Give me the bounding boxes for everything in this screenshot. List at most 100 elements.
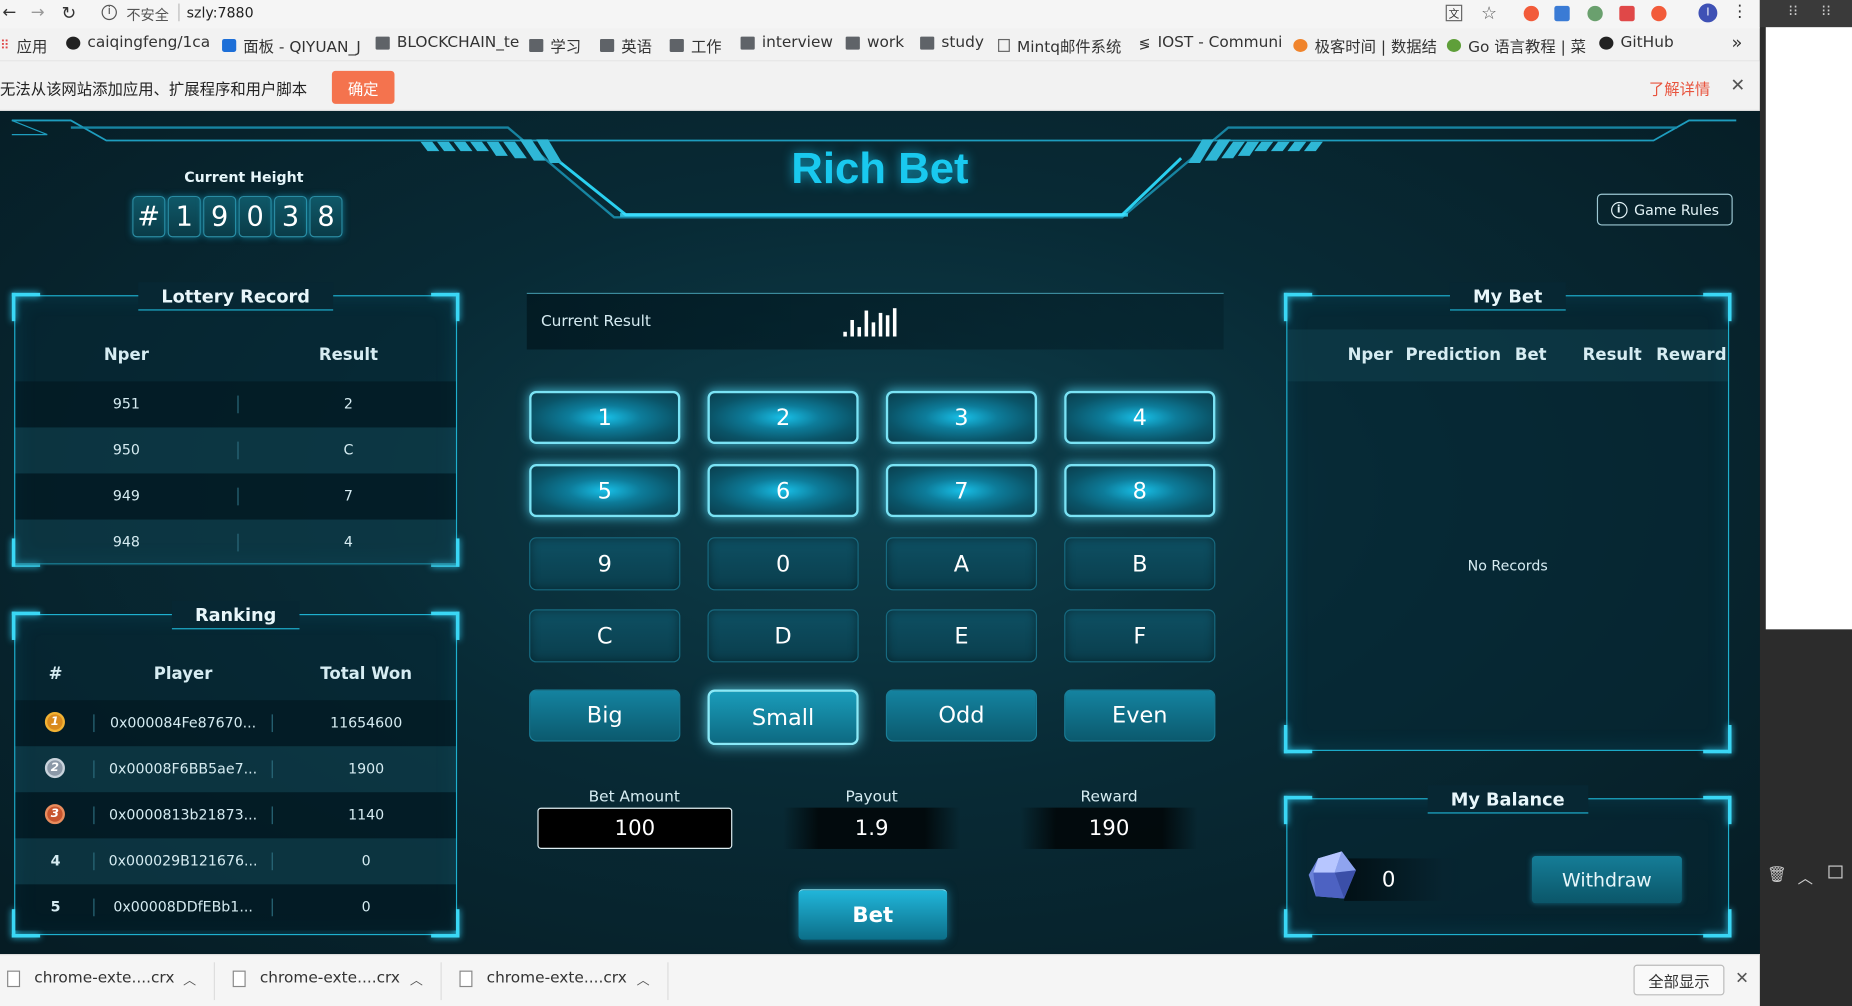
bookmark-label: IOST - Communi — [1157, 34, 1283, 52]
bookmark-item[interactable]: caiqingfeng/1ca — [66, 34, 210, 52]
bookmark-folder[interactable]: interview — [740, 34, 833, 52]
infobar-ok-button[interactable]: 确定 — [331, 70, 395, 104]
extension-icon[interactable] — [1587, 5, 1603, 22]
column-header: Result — [1582, 345, 1642, 365]
chevron-up-icon[interactable]: ︿ — [637, 971, 650, 990]
chevron-up-icon[interactable]: ︿ — [1798, 865, 1813, 888]
translate-icon[interactable]: 文 — [1445, 4, 1463, 22]
bet-number-button[interactable]: C — [529, 609, 681, 663]
bookmark-item[interactable]: Go 语言教程 | 菜 — [1446, 34, 1586, 57]
bookmark-item[interactable]: GitHub — [1599, 34, 1674, 52]
grid-icon[interactable]: ⁝⁝ — [1788, 2, 1798, 20]
bookmark-folder[interactable]: 工作 — [669, 34, 722, 57]
bet-number-button[interactable]: D — [707, 609, 859, 663]
runoob-icon — [1446, 38, 1462, 52]
bet-number-button[interactable]: 4 — [1064, 390, 1216, 444]
menu-icon[interactable]: ⋮ — [1732, 2, 1749, 21]
info-icon[interactable]: i — [101, 4, 117, 21]
more-bookmarks-icon[interactable]: » — [1732, 32, 1743, 53]
game-rules-button[interactable]: i Game Rules — [1596, 193, 1733, 226]
bet-number-button[interactable]: B — [1064, 537, 1216, 591]
bet-number-button[interactable]: 5 — [529, 464, 681, 518]
bet-number-button[interactable]: 1 — [529, 390, 681, 444]
back-icon[interactable]: ← — [2, 4, 16, 23]
folder-icon — [375, 36, 390, 50]
github-icon — [66, 36, 81, 50]
star-icon[interactable]: ☆ — [1481, 2, 1497, 23]
bookmark-item[interactable]: Mintq邮件系统 — [998, 34, 1121, 57]
ranking-rank: 5 — [50, 898, 61, 916]
bookmark-apps[interactable]: ⠿ 应用 — [0, 34, 48, 57]
download-filename: chrome-exte....crx — [486, 969, 627, 988]
chevron-up-icon[interactable]: ︿ — [183, 971, 196, 990]
infobar-learn-more-link[interactable]: 了解详情 — [1649, 77, 1710, 99]
height-digit: 3 — [274, 196, 308, 238]
bet-even-button[interactable]: Even — [1064, 689, 1216, 742]
folder-icon — [845, 36, 860, 50]
show-all-downloads-button[interactable]: 全部显示 — [1633, 964, 1725, 996]
reload-icon[interactable]: ↻ — [61, 2, 76, 23]
height-digit: 0 — [238, 196, 272, 238]
address-bar: ← → ↻ i 不安全 szly:7880 文 ☆ I ⋮ — [0, 0, 1760, 29]
extension-icon[interactable] — [1554, 5, 1570, 22]
trash-icon[interactable]: 🗑 — [1767, 867, 1787, 885]
bet-button[interactable]: Bet — [798, 889, 948, 940]
bookmark-folder[interactable]: BLOCKCHAIN_te — [375, 34, 520, 52]
download-item[interactable]: chrome-exte....crx — [232, 969, 400, 987]
column-header: Player — [153, 664, 213, 684]
bookmark-item[interactable]: 极客时间 | 数据结 — [1293, 34, 1437, 57]
window-icon[interactable] — [1828, 865, 1843, 879]
close-downloads-icon[interactable]: ✕ — [1735, 969, 1749, 988]
table-row: 950 C — [15, 427, 456, 474]
bet-number-button[interactable]: F — [1064, 609, 1216, 663]
extension-icon[interactable] — [1651, 5, 1667, 22]
folder-icon — [669, 38, 684, 52]
table-row: 951 2 — [15, 381, 456, 428]
ranking-rank: 4 — [50, 852, 61, 870]
bookmark-folder[interactable]: 学习 — [529, 34, 581, 57]
extension-icon[interactable] — [1619, 5, 1635, 22]
my-bet-title: My Bet — [1449, 282, 1566, 311]
ranking-player: 0x00008DDfEBb1... — [113, 898, 253, 916]
bet-number-button[interactable]: 8 — [1064, 464, 1216, 518]
lottery-result: 2 — [343, 395, 353, 413]
url-text[interactable]: szly:7880 — [187, 5, 254, 22]
forward-icon[interactable]: → — [31, 4, 45, 23]
bookmark-item[interactable]: ≶ IOST - Communi — [1139, 34, 1283, 52]
bet-number-button[interactable]: E — [885, 609, 1038, 663]
bet-number-button[interactable]: 0 — [707, 537, 859, 591]
bet-number-button[interactable]: 6 — [707, 464, 859, 518]
bookmark-label: GitHub — [1620, 34, 1674, 52]
bookmark-label: BLOCKCHAIN_te — [396, 34, 520, 52]
download-item[interactable]: chrome-exte....crx — [459, 969, 627, 988]
bookmark-item[interactable]: 面板 - QIYUAN_J — [222, 34, 361, 57]
my-balance-title: My Balance — [1427, 785, 1589, 814]
infobar-close-icon[interactable]: ✕ — [1730, 74, 1745, 95]
download-item[interactable]: chrome-exte....crx — [7, 969, 174, 987]
grid-icon[interactable]: ⁝⁝ — [1821, 2, 1831, 20]
bet-amount-input[interactable]: 100 — [537, 807, 733, 849]
bet-number-button[interactable]: 7 — [885, 464, 1038, 518]
column-header: # — [48, 664, 63, 684]
rich-bet-app: Rich Bet Current Height # 1 9 0 3 8 i Ga… — [0, 110, 1760, 955]
chevron-up-icon[interactable]: ︿ — [410, 971, 423, 990]
bookmark-folder[interactable]: 英语 — [600, 34, 652, 57]
withdraw-button[interactable]: Withdraw — [1531, 856, 1682, 904]
bet-small-button[interactable]: Small — [707, 689, 859, 746]
bet-number-button[interactable]: 2 — [707, 390, 859, 444]
bookmark-label: 应用 — [16, 38, 48, 57]
profile-avatar[interactable]: I — [1698, 3, 1718, 23]
bookmark-folder[interactable]: work — [845, 34, 904, 52]
height-digit: 9 — [203, 196, 237, 238]
ranking-panel: Ranking # Player Total Won 1 0x000084Fe8… — [11, 601, 460, 938]
bet-number-button[interactable]: A — [885, 537, 1038, 591]
bet-odd-button[interactable]: Odd — [885, 689, 1038, 742]
bet-big-button[interactable]: Big — [529, 689, 681, 742]
diamond-icon — [1308, 851, 1356, 899]
side-topbar — [1759, 0, 1852, 28]
file-icon — [232, 969, 246, 987]
extension-icon[interactable] — [1523, 5, 1539, 22]
bet-number-button[interactable]: 9 — [529, 537, 681, 591]
bet-number-button[interactable]: 3 — [885, 390, 1038, 444]
bookmark-folder[interactable]: study — [920, 34, 984, 52]
